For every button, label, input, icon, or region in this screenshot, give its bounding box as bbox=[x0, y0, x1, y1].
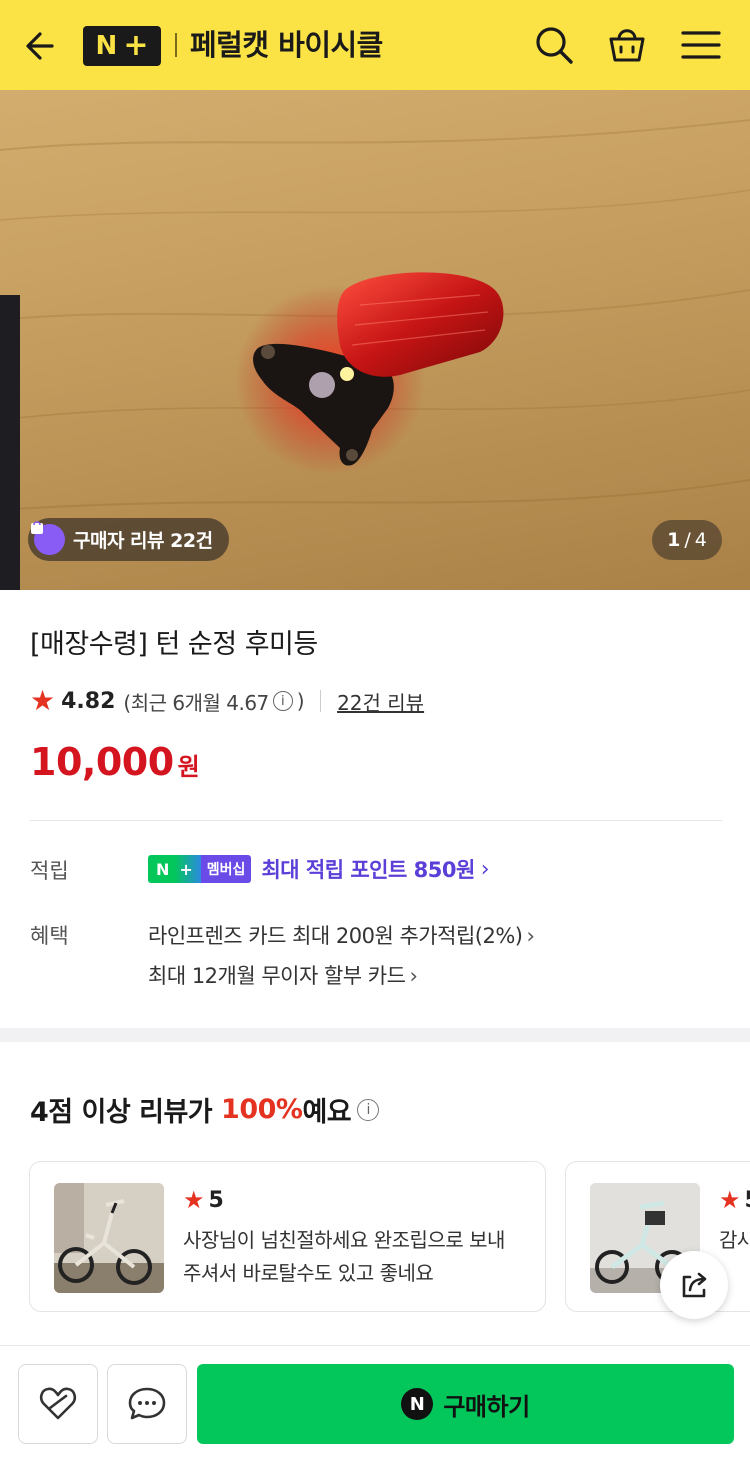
benefit-card-link-2[interactable]: 최대 12개월 무이자 할부 카드 › bbox=[148, 960, 418, 990]
heading-suffix: 예요 bbox=[302, 1097, 352, 1128]
benefit-line-1: 라인프렌즈 카드 최대 200원 추가적립(2%) bbox=[148, 924, 523, 948]
image-page-indicator: 1 / 4 bbox=[652, 520, 722, 560]
store-name[interactable]: 페럴캣 바이시클 bbox=[190, 24, 383, 66]
logo-plus: + bbox=[123, 28, 149, 63]
review-rating: ★5 bbox=[183, 1186, 224, 1214]
product-photo-taillight bbox=[0, 119, 750, 590]
search-icon[interactable] bbox=[531, 22, 577, 68]
rating-score: 4.82 bbox=[61, 688, 116, 714]
review-stars: 5 bbox=[208, 1187, 224, 1213]
page-current: 1 bbox=[667, 529, 681, 551]
buy-button[interactable]: N 구매하기 bbox=[197, 1364, 734, 1444]
price-amount: 10,000 bbox=[30, 740, 174, 784]
review-card[interactable]: ★ 5 사장님이 넘친절하세요 완조립으로 보내주셔서 바로탈수도 있고 좋네요 bbox=[29, 1161, 546, 1312]
page-total: 4 bbox=[694, 529, 707, 551]
wishlist-button[interactable] bbox=[18, 1364, 98, 1444]
np-plus: + bbox=[179, 859, 193, 879]
np-n: N bbox=[156, 859, 170, 879]
naver-n-icon: N bbox=[401, 1388, 434, 1420]
membership-point-link[interactable]: N + 멤버십 최대 적립 포인트 850원 › bbox=[148, 852, 490, 886]
heart-icon bbox=[39, 1387, 77, 1420]
buy-label: 구매하기 bbox=[443, 1392, 530, 1421]
max-point-text: 최대 적립 포인트 850원 bbox=[261, 858, 475, 882]
section-divider bbox=[30, 820, 722, 821]
review-stars: 5 bbox=[745, 1188, 750, 1213]
benefit-label: 혜택 bbox=[30, 924, 69, 948]
naver-plus-logo[interactable]: N + bbox=[83, 26, 161, 66]
header-divider bbox=[175, 33, 177, 57]
recent-rating: (최근 6개월 4.67 bbox=[123, 690, 269, 715]
benefit-card-link-1[interactable]: 라인프렌즈 카드 최대 200원 추가적립(2%) › bbox=[148, 920, 535, 950]
review-badge-text: 구매자 리뷰 22건 bbox=[73, 530, 213, 552]
review-summary-heading: 4점 이상 리뷰가 100% 예요 i bbox=[30, 1090, 380, 1129]
naver-plus-membership-badge: N + 멤버십 bbox=[148, 855, 252, 883]
price: 10,000 원 bbox=[30, 740, 200, 784]
review-count-link[interactable]: 22건 리뷰 bbox=[337, 687, 424, 716]
chevron-right-icon: › bbox=[409, 964, 418, 988]
chevron-right-icon: › bbox=[526, 924, 535, 948]
back-arrow-icon[interactable] bbox=[22, 24, 66, 68]
product-image[interactable]: 구매자 리뷰 22건 1 / 4 bbox=[0, 90, 750, 590]
recent-rating-close: ) bbox=[296, 689, 305, 713]
np-mark: N + bbox=[148, 855, 201, 883]
rating-divider bbox=[320, 690, 322, 712]
share-icon bbox=[682, 1272, 707, 1298]
membership-text: 멤버십 bbox=[200, 855, 252, 883]
shopping-bag-icon[interactable] bbox=[604, 22, 650, 68]
star-icon: ★ bbox=[183, 1186, 205, 1214]
top-header: N + 페럴캣 바이시클 bbox=[0, 0, 750, 90]
heading-prefix: 4점 이상 리뷰가 bbox=[30, 1097, 222, 1128]
star-icon: ★ bbox=[719, 1186, 741, 1214]
review-rating: ★5 bbox=[719, 1186, 750, 1214]
page-separator: / bbox=[684, 529, 691, 551]
heading-highlight: 100% bbox=[221, 1094, 303, 1125]
chevron-right-icon: › bbox=[480, 856, 490, 882]
shopping-bag-icon bbox=[31, 521, 65, 555]
benefit-line-2: 최대 12개월 무이자 할부 카드 bbox=[148, 964, 406, 988]
review-text: 감사 bbox=[719, 1228, 750, 1252]
review-text: 사장님이 넘친절하세요 완조립으로 보내주셔서 바로탈수도 있고 좋네요 bbox=[183, 1228, 505, 1285]
logo-n: N bbox=[95, 31, 118, 61]
share-button[interactable] bbox=[660, 1251, 728, 1319]
star-icon: ★ bbox=[30, 684, 56, 717]
talk-talk-button[interactable] bbox=[107, 1364, 187, 1444]
point-label: 적립 bbox=[30, 859, 69, 883]
info-icon[interactable]: i bbox=[272, 691, 293, 711]
buyer-review-badge[interactable]: 구매자 리뷰 22건 bbox=[28, 518, 229, 561]
menu-icon[interactable] bbox=[678, 22, 724, 68]
bottom-action-bar: N 구매하기 bbox=[0, 1345, 750, 1469]
section-gap bbox=[0, 1028, 750, 1042]
info-icon[interactable]: i bbox=[357, 1098, 380, 1121]
price-currency: 원 bbox=[177, 753, 200, 781]
chat-bubble-icon bbox=[128, 1387, 166, 1420]
product-title: [매장수령] 턴 순정 후미등 bbox=[30, 629, 318, 660]
review-photo bbox=[54, 1183, 164, 1293]
rating-row: ★ 4.82 (최근 6개월 4.67 i ) 22건 리뷰 bbox=[30, 684, 424, 718]
